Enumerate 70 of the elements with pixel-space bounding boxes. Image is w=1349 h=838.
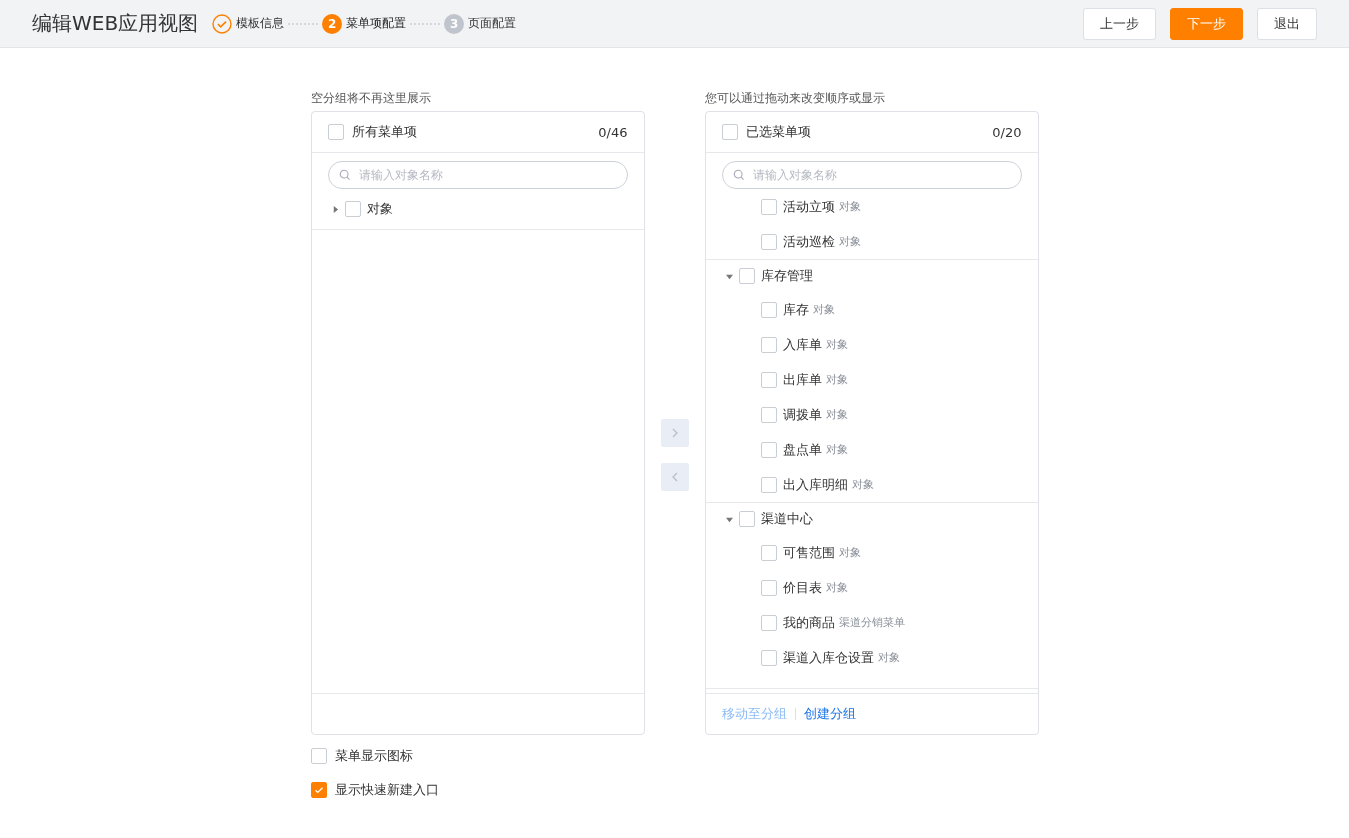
item-type-label: 对象 bbox=[825, 580, 848, 595]
item-count: 0/46 bbox=[598, 124, 628, 140]
checkbox[interactable] bbox=[760, 406, 777, 423]
panel-caption: 您可以通过拖动来改变顺序或显示 bbox=[704, 90, 886, 107]
checkbox[interactable] bbox=[327, 124, 344, 140]
checkbox[interactable] bbox=[760, 198, 777, 215]
menu-item-label[interactable]: 出入库明细 bbox=[782, 475, 848, 494]
step-label: 页面配置 bbox=[468, 15, 517, 32]
page-title: 编辑WEB应用视图 bbox=[32, 10, 199, 37]
group-label[interactable]: 库存管理 bbox=[760, 267, 813, 285]
checkbox[interactable] bbox=[760, 649, 777, 666]
step-label: 模板信息 bbox=[236, 15, 285, 32]
checkbox[interactable] bbox=[760, 336, 777, 353]
caret-icon[interactable] bbox=[725, 272, 733, 280]
item-type-label: 对象 bbox=[877, 650, 900, 665]
checkbox[interactable] bbox=[310, 782, 327, 798]
search-icon bbox=[732, 169, 745, 181]
menu-item-label[interactable]: 可售范围 bbox=[782, 543, 835, 562]
footer-link[interactable]: 创建分组 bbox=[803, 705, 856, 723]
checkbox[interactable] bbox=[738, 511, 755, 527]
step-label: 菜单项配置 bbox=[346, 15, 407, 32]
panel-title: 已选菜单项 bbox=[745, 123, 812, 141]
search-input[interactable]: 请输入对象名称 bbox=[356, 167, 617, 183]
step-number: 2 bbox=[322, 13, 343, 34]
menu-item-label[interactable]: 出库单 bbox=[782, 370, 822, 389]
menu-item-label[interactable]: 我的商品 bbox=[782, 613, 835, 632]
item-type-label: 对象 bbox=[851, 477, 874, 492]
search-input[interactable]: 请输入对象名称 bbox=[750, 167, 1011, 183]
checkbox[interactable] bbox=[760, 579, 777, 596]
item-count: 0/20 bbox=[992, 124, 1022, 140]
checkbox[interactable] bbox=[760, 544, 777, 561]
checkbox[interactable] bbox=[760, 614, 777, 631]
panel-title: 所有菜单项 bbox=[351, 123, 418, 141]
item-type-label: 对象 bbox=[825, 442, 848, 457]
checkbox[interactable] bbox=[760, 371, 777, 388]
step-button[interactable]: 退出 bbox=[1257, 7, 1317, 40]
checkbox[interactable] bbox=[721, 124, 738, 140]
checkbox[interactable] bbox=[344, 201, 361, 217]
menu-item-label[interactable]: 活动立项 bbox=[782, 197, 835, 216]
step-button[interactable]: 上一步 bbox=[1083, 7, 1156, 40]
menu-item-label[interactable]: 活动巡检 bbox=[782, 232, 835, 251]
item-type-label: 渠道分销菜单 bbox=[838, 615, 905, 630]
checkbox[interactable] bbox=[760, 233, 777, 250]
checkbox[interactable] bbox=[760, 301, 777, 318]
menu-item-label[interactable]: 库存 bbox=[782, 300, 809, 319]
tree-item-label[interactable]: 对象 bbox=[366, 200, 393, 218]
item-type-label: 对象 bbox=[838, 199, 861, 214]
item-type-label: 对象 bbox=[812, 302, 835, 317]
menu-item-label[interactable]: 调拨单 bbox=[782, 405, 822, 424]
group-label[interactable]: 渠道中心 bbox=[760, 510, 813, 528]
panel-caption: 空分组将不再这里展示 bbox=[310, 90, 432, 107]
checkbox[interactable] bbox=[738, 268, 755, 284]
item-type-label: 对象 bbox=[825, 372, 848, 387]
menu-item-label[interactable]: 盘点单 bbox=[782, 440, 822, 459]
menu-item-label[interactable]: 渠道入库仓设置 bbox=[782, 648, 874, 667]
caret-icon[interactable] bbox=[725, 515, 733, 523]
item-type-label: 对象 bbox=[838, 545, 861, 560]
item-type-label: 对象 bbox=[838, 234, 861, 249]
checkbox[interactable] bbox=[760, 441, 777, 458]
item-type-label: 对象 bbox=[825, 337, 848, 352]
search-icon bbox=[338, 169, 351, 181]
checkbox[interactable] bbox=[310, 748, 327, 764]
caret-icon[interactable] bbox=[331, 205, 339, 213]
menu-item-label[interactable]: 价目表 bbox=[782, 578, 822, 597]
step-number: 3 bbox=[444, 13, 465, 34]
checkbox[interactable] bbox=[760, 476, 777, 493]
option-label[interactable]: 菜单显示图标 bbox=[334, 747, 413, 765]
menu-item-label[interactable]: 入库单 bbox=[782, 335, 822, 354]
item-type-label: 对象 bbox=[825, 407, 848, 422]
option-label[interactable]: 显示快速新建入口 bbox=[334, 781, 439, 799]
